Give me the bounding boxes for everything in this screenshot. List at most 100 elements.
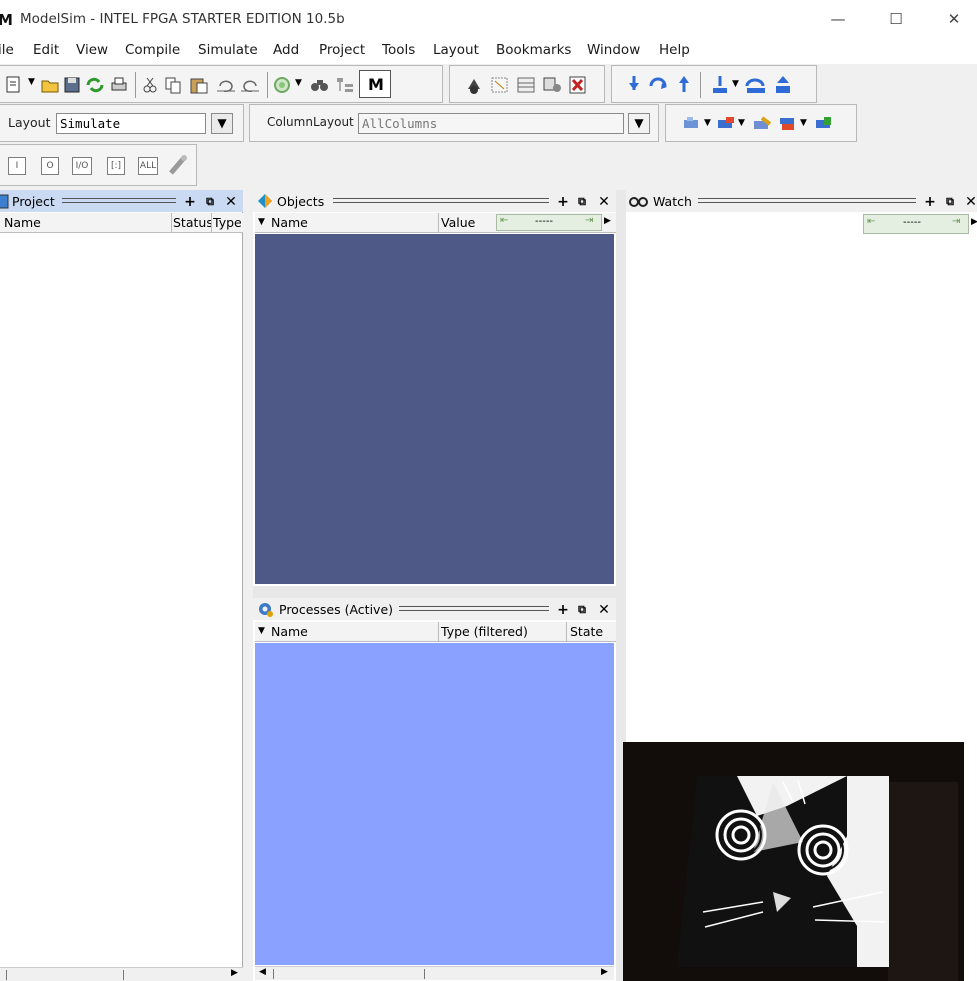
column-divider[interactable] [171, 213, 172, 233]
wave-group-dropdown-icon[interactable]: ▼ [800, 118, 807, 128]
objects-undock-icon[interactable]: ⧉ [575, 195, 589, 209]
continue-icon[interactable] [744, 74, 768, 96]
new-file-icon[interactable] [5, 76, 23, 94]
end-simulation-icon[interactable] [568, 75, 590, 95]
undo-icon[interactable] [215, 76, 237, 94]
objects-pane-grip[interactable] [333, 198, 549, 203]
objects-add-icon[interactable]: + [556, 195, 570, 209]
column-divider[interactable] [438, 213, 439, 233]
pane-splitter[interactable] [253, 586, 616, 598]
print-icon[interactable] [109, 76, 129, 94]
filter-input-button[interactable]: I [8, 157, 26, 175]
step-over-icon[interactable] [648, 74, 670, 96]
cursor-value-box[interactable]: ⇤ ----- ⇥ [496, 214, 602, 231]
project-pane-grip[interactable] [62, 198, 176, 203]
sort-arrow-icon[interactable]: ▼ [258, 626, 265, 636]
column-name[interactable]: Name [271, 215, 308, 230]
project-horizontal-scrollbar[interactable]: ▶ [0, 967, 243, 981]
column-layout-select[interactable]: AllColumns [358, 113, 624, 134]
column-type[interactable]: Type (filtered) [441, 624, 528, 639]
reload-icon[interactable] [85, 76, 105, 94]
menu-bookmarks[interactable]: Bookmarks [496, 42, 571, 58]
cursor-prev-icon[interactable]: ⇤ [867, 216, 875, 227]
wave-group-icon[interactable] [778, 115, 798, 133]
column-layout-dropdown-icon[interactable]: ▼ [628, 113, 650, 134]
scroll-left-icon[interactable]: ◀ [259, 967, 266, 977]
column-divider[interactable] [566, 622, 567, 642]
objects-close-icon[interactable]: ✕ [597, 195, 611, 209]
maximize-button[interactable]: ☐ [873, 4, 919, 34]
objects-list[interactable] [255, 234, 614, 584]
menu-help[interactable]: Help [659, 42, 690, 58]
scrollbar-thumb[interactable] [273, 969, 425, 979]
menu-layout[interactable]: Layout [433, 42, 479, 58]
filter-internal-button[interactable]: [:] [107, 157, 125, 175]
filter-options-icon[interactable] [167, 153, 189, 177]
processes-horizontal-scrollbar[interactable]: ◀ ▶ [255, 966, 614, 980]
wave-grid-icon[interactable] [516, 75, 538, 95]
sort-arrow-icon[interactable]: ▼ [258, 217, 265, 227]
copy-icon[interactable] [164, 76, 184, 94]
wave-add-dropdown-icon[interactable]: ▼ [704, 118, 711, 128]
processes-add-icon[interactable]: + [556, 603, 570, 617]
menu-edit[interactable]: Edit [33, 42, 59, 58]
menu-tools[interactable]: Tools [382, 42, 415, 58]
processes-pane-grip[interactable] [399, 606, 549, 611]
minimize-button[interactable]: — [815, 4, 861, 34]
scroll-right-icon[interactable]: ▶ [231, 968, 238, 978]
scroll-right-icon[interactable]: ▶ [971, 217, 977, 227]
menu-project[interactable]: Project [319, 42, 365, 58]
menu-file[interactable]: ile [0, 42, 14, 58]
cursor-next-icon[interactable]: ⇥ [585, 215, 593, 226]
column-status[interactable]: Status [173, 215, 211, 230]
watch-close-icon[interactable]: ✕ [964, 195, 977, 209]
step-dropdown-icon[interactable]: ▼ [732, 79, 739, 89]
simulate-icon[interactable] [464, 75, 486, 95]
save-icon[interactable] [63, 76, 81, 94]
project-add-icon[interactable]: + [183, 195, 197, 209]
column-type[interactable]: Type [213, 215, 242, 230]
watch-pane-grip[interactable] [698, 198, 916, 203]
step-into-icon[interactable] [710, 74, 730, 96]
redo-icon[interactable] [239, 76, 261, 94]
watch-cursor-value-box[interactable]: ⇤ ----- ⇥ [863, 214, 969, 234]
compile-dropdown-icon[interactable]: ▼ [295, 78, 302, 88]
cursor-prev-icon[interactable]: ⇤ [500, 215, 508, 226]
menu-simulate[interactable]: Simulate [198, 42, 258, 58]
column-divider[interactable] [211, 213, 212, 233]
paste-icon[interactable] [189, 76, 209, 94]
wave-add-icon[interactable] [682, 115, 702, 133]
filter-all-button[interactable]: ALL [138, 157, 158, 175]
modelsim-m-button[interactable]: M [359, 70, 391, 98]
scroll-right-icon[interactable]: ▶ [601, 967, 608, 977]
processes-close-icon[interactable]: ✕ [597, 603, 611, 617]
open-folder-icon[interactable] [41, 76, 59, 94]
wave-cursor-icon[interactable] [814, 115, 834, 133]
dataflow-icon[interactable] [542, 75, 564, 95]
menu-view[interactable]: View [76, 42, 108, 58]
watch-add-icon[interactable]: + [923, 195, 937, 209]
menu-add[interactable]: Add [273, 42, 299, 58]
layout-dropdown-icon[interactable]: ▼ [211, 113, 233, 134]
watch-undock-icon[interactable]: ⧉ [943, 195, 957, 209]
project-undock-icon[interactable]: ⧉ [203, 195, 217, 209]
wave-insert-icon[interactable] [716, 115, 736, 133]
column-name[interactable]: Name [271, 624, 308, 639]
processes-undock-icon[interactable]: ⧉ [575, 603, 589, 617]
new-file-dropdown-icon[interactable]: ▼ [28, 77, 35, 87]
run-all-icon[interactable] [772, 74, 794, 96]
scrollbar-thumb[interactable] [6, 970, 124, 980]
scroll-right-icon[interactable]: ▶ [604, 216, 611, 226]
structure-icon[interactable] [335, 76, 357, 94]
wave-edit-icon[interactable] [752, 115, 774, 133]
filter-output-button[interactable]: O [41, 157, 59, 175]
step-out-icon[interactable] [674, 74, 694, 96]
processes-list[interactable] [255, 643, 614, 965]
layout-select[interactable]: Simulate [56, 113, 206, 134]
wave-insert-dropdown-icon[interactable]: ▼ [738, 118, 745, 128]
close-button[interactable]: ✕ [931, 4, 977, 34]
project-close-icon[interactable]: ✕ [224, 195, 238, 209]
find-icon[interactable] [309, 76, 331, 94]
compile-icon[interactable] [273, 76, 293, 94]
cut-icon[interactable] [142, 76, 158, 94]
